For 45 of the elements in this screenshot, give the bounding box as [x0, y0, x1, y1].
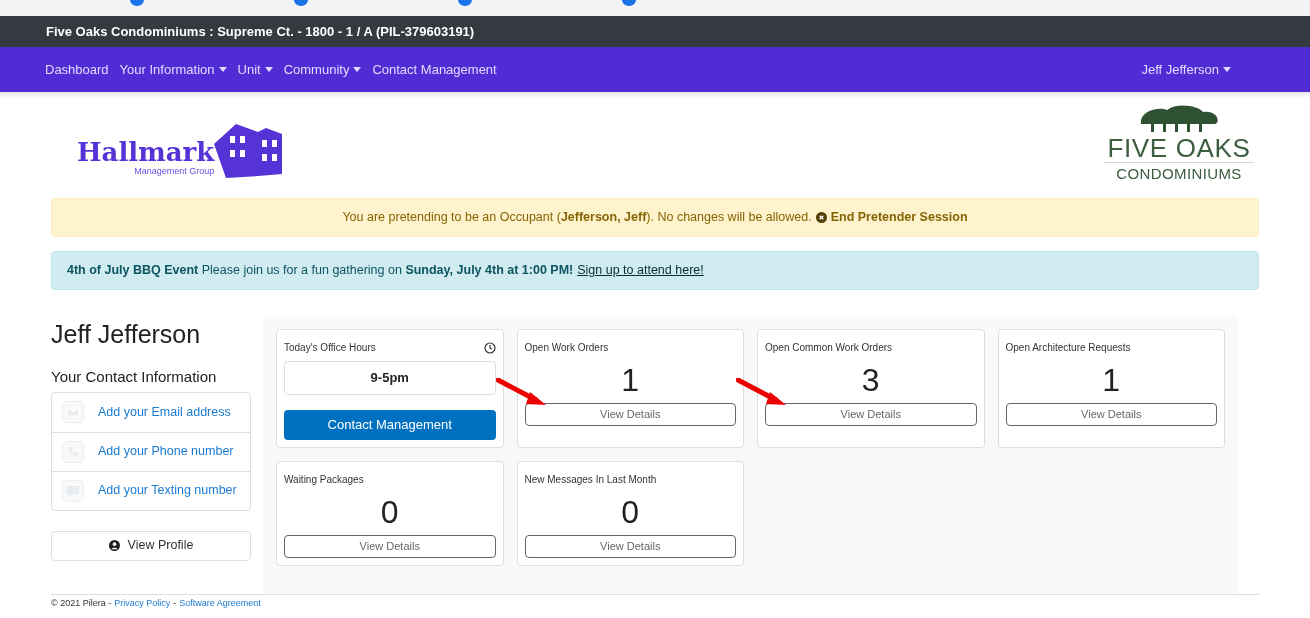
- nav-link[interactable]: Your Information: [119, 59, 227, 80]
- stat-count: 1: [620, 361, 641, 399]
- stat-count: 3: [860, 361, 881, 399]
- stat-count: 0: [379, 493, 400, 531]
- card-title: Waiting Packages: [284, 473, 365, 487]
- nav-link[interactable]: Unit: [237, 59, 273, 80]
- nav-link[interactable]: Dashboard: [45, 59, 109, 80]
- clock-icon: [483, 341, 496, 354]
- page-title: Five Oaks Condominiums : Supreme Ct. - 1800 - 1 / A (PIL-379603191): [46, 22, 475, 41]
- caret-icon: [1223, 67, 1231, 72]
- alert-message: You are pretending to be an Occupant (Jefferson, Jeff). No changes will be allowed.: [342, 209, 812, 227]
- add-contact-link[interactable]: Add your Texting number: [98, 481, 237, 500]
- end-session-link[interactable]: End Pretender Session: [815, 208, 968, 227]
- card-title: Today's Office Hours: [284, 341, 376, 355]
- view-details-button[interactable]: View Details: [284, 535, 496, 558]
- community-logo: FIVE OAKS CONDOMINIUMS: [1099, 104, 1259, 198]
- section-heading: Your Contact Information: [51, 367, 218, 387]
- alert-message: 4th of July BBQ Event Please join us for a fun gathering on Sunday, July 4th at 1:00 PM!: [67, 262, 574, 280]
- view-details-button[interactable]: View Details: [524, 403, 736, 426]
- nav-link[interactable]: Community: [283, 59, 362, 80]
- nav-link[interactable]: Contact Management: [372, 59, 497, 80]
- hours-value: 9-5pm: [284, 361, 496, 395]
- footer-link[interactable]: Privacy Policy: [114, 597, 171, 611]
- card-title: Open Common Work Orders: [765, 341, 894, 355]
- user-menu[interactable]: Jeff Jefferson: [1141, 59, 1231, 80]
- add-contact-link[interactable]: Add your Phone number: [98, 442, 234, 461]
- stat-count: 0: [620, 493, 641, 531]
- copyright-text: © 2021 Pilera -: [51, 597, 112, 610]
- separator-text: -: [173, 597, 177, 610]
- view-details-button[interactable]: View Details: [765, 403, 977, 426]
- user-icon: [108, 540, 120, 551]
- stat-count: 1: [1101, 361, 1122, 399]
- contact-management-button[interactable]: Contact Management: [284, 410, 496, 440]
- close-circle-icon: [815, 212, 827, 223]
- view-details-button[interactable]: View Details: [1005, 403, 1217, 426]
- resident-name: Jeff Jefferson: [51, 319, 202, 349]
- view-details-button[interactable]: View Details: [524, 535, 736, 558]
- card-title: Open Architecture Requests: [1005, 341, 1132, 355]
- add-contact-link[interactable]: Add your Email address: [98, 402, 231, 422]
- company-logo: Hallmark Management Group: [77, 118, 285, 178]
- card-title: New Messages In Last Month: [524, 473, 658, 487]
- view-profile-button[interactable]: View Profile: [51, 530, 251, 561]
- footer-link[interactable]: Software Agreement: [179, 597, 261, 611]
- card-title: Open Work Orders: [524, 341, 610, 355]
- signup-link[interactable]: Sign up to attend here!: [577, 261, 704, 280]
